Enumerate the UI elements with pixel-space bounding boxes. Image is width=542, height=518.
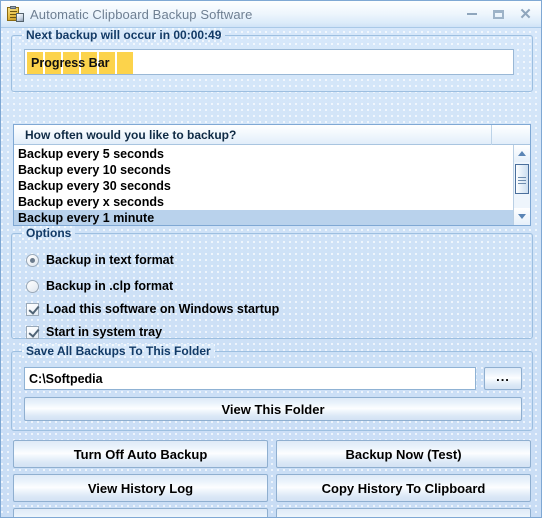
folder-group: Save All Backups To This Folder ... View… <box>11 344 533 431</box>
checkbox-icon[interactable] <box>26 325 39 339</box>
maximize-button[interactable] <box>485 3 512 25</box>
list-item[interactable]: Backup every 1 minute <box>14 210 513 225</box>
turn-off-auto-backup-button[interactable]: Turn Off Auto Backup <box>13 440 268 468</box>
scroll-down-button[interactable] <box>514 208 530 225</box>
radio-backup-text-format-label: Backup in text format <box>46 253 174 267</box>
radio-backup-clp-format-label: Backup in .clp format <box>46 279 174 293</box>
scroll-up-icon <box>518 151 526 156</box>
options-group: Options Backup in text format Backup in … <box>11 226 533 340</box>
view-history-log-button-label: View History Log <box>87 480 194 496</box>
view-this-folder-button-label: View This Folder <box>221 401 325 417</box>
radio-icon[interactable] <box>26 253 39 267</box>
countdown-group: Next backup will occur in 00:00:49 Progr… <box>11 28 533 92</box>
browse-folder-button-label: ... <box>496 369 510 384</box>
progress-bar-fill <box>27 52 133 74</box>
schedule-listbox[interactable]: How often would you like to backup? Back… <box>13 124 531 226</box>
checkbox-start-in-system-tray-label: Start in system tray <box>46 325 163 339</box>
window-title: Automatic Clipboard Backup Software <box>30 6 253 22</box>
minimize-icon <box>466 13 477 15</box>
minimize-button[interactable] <box>458 3 485 25</box>
list-item[interactable]: Backup every 10 seconds <box>14 162 513 178</box>
listbox-items: Backup every 5 seconds Backup every 10 s… <box>14 145 513 225</box>
listbox-header-label[interactable]: How often would you like to backup? <box>14 125 492 145</box>
list-item[interactable]: Backup every 5 seconds <box>14 146 513 162</box>
maximize-icon <box>493 9 504 19</box>
listbox-header-row: How often would you like to backup? <box>14 125 530 145</box>
checkbox-start-in-system-tray[interactable]: Start in system tray <box>26 324 162 340</box>
checkbox-load-on-startup[interactable]: Load this software on Windows startup <box>26 301 279 317</box>
title-bar: Automatic Clipboard Backup Software ✕ <box>1 1 541 28</box>
close-button[interactable]: ✕ <box>512 3 539 25</box>
close-icon: ✕ <box>519 5 532 23</box>
browse-folder-button[interactable]: ... <box>484 367 522 390</box>
list-item[interactable]: Backup every x seconds <box>14 194 513 210</box>
listbox-body: Backup every 5 seconds Backup every 10 s… <box>14 145 530 225</box>
scroll-down-icon <box>518 214 526 219</box>
options-group-title: Options <box>22 226 75 240</box>
listbox-header-spacer <box>492 125 530 145</box>
checkbox-load-on-startup-label: Load this software on Windows startup <box>46 302 280 316</box>
scrollbar-track[interactable] <box>514 162 530 208</box>
progress-bar: Progress Bar <box>24 49 514 75</box>
radio-icon[interactable] <box>26 279 39 293</box>
listbox-scrollbar[interactable] <box>513 145 530 225</box>
turn-off-auto-backup-button-label: Turn Off Auto Backup <box>73 446 208 462</box>
countdown-group-title: Next backup will occur in 00:00:49 <box>22 28 225 42</box>
copy-history-to-clipboard-button-label: Copy History To Clipboard <box>321 480 486 496</box>
clear-history-log-button[interactable]: Clear History Log <box>276 508 531 518</box>
clipboard-icon <box>7 6 24 22</box>
scrollbar-thumb[interactable] <box>515 164 529 194</box>
radio-backup-text-format[interactable]: Backup in text format <box>26 252 174 268</box>
backup-folder-input[interactable] <box>24 367 476 390</box>
backup-now-test-button-label: Backup Now (Test) <box>345 446 462 462</box>
checkbox-icon[interactable] <box>26 302 39 316</box>
view-this-folder-button[interactable]: View This Folder <box>24 397 522 421</box>
list-item[interactable]: Backup every 30 seconds <box>14 178 513 194</box>
backup-now-test-button[interactable]: Backup Now (Test) <box>276 440 531 468</box>
copy-history-to-clipboard-button[interactable]: Copy History To Clipboard <box>276 474 531 502</box>
view-history-log-button[interactable]: View History Log <box>13 474 268 502</box>
application-window: Automatic Clipboard Backup Software ✕ Ne… <box>0 0 542 518</box>
grip-icon <box>518 177 526 178</box>
folder-group-title: Save All Backups To This Folder <box>22 344 215 358</box>
scroll-up-button[interactable] <box>514 145 530 162</box>
help-button[interactable]: Help <box>13 508 268 518</box>
clear-history-log-button-label: Clear History Log <box>349 515 457 518</box>
window-controls: ✕ <box>458 3 539 25</box>
radio-backup-clp-format[interactable]: Backup in .clp format <box>26 278 173 294</box>
help-button-label: Help <box>126 515 154 518</box>
